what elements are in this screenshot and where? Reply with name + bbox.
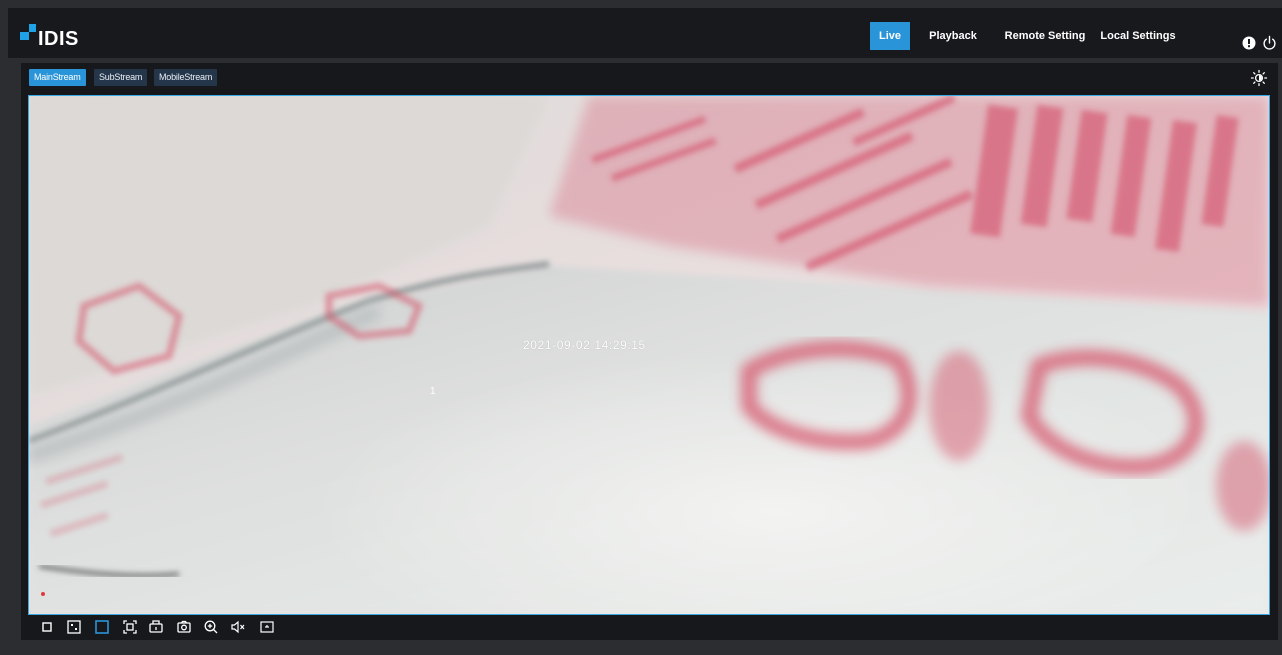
- snapshot-icon[interactable]: [176, 619, 192, 635]
- video-timestamp: 2021-09-02 14:29:15: [523, 338, 646, 352]
- logo-mark: [20, 32, 29, 40]
- stream-tab-sub[interactable]: SubStream: [94, 69, 148, 86]
- fit-window-icon[interactable]: [94, 619, 110, 635]
- brightness-icon[interactable]: [1250, 69, 1268, 87]
- single-view-icon[interactable]: [39, 619, 55, 635]
- camera-image: [29, 96, 1269, 614]
- info-icon[interactable]: [1242, 36, 1256, 50]
- logo-text: IDIS: [38, 28, 79, 50]
- logo-mark-accent: [29, 24, 36, 32]
- power-icon[interactable]: [1262, 35, 1277, 51]
- nav-tab-live[interactable]: Live: [870, 22, 910, 50]
- nav-tab-remote-setting[interactable]: Remote Setting: [995, 22, 1095, 50]
- mute-icon[interactable]: [230, 619, 246, 635]
- channel-number: 1: [430, 386, 436, 397]
- recording-indicator: [41, 592, 45, 596]
- nav-tab-local-settings[interactable]: Local Settings: [1098, 22, 1178, 50]
- zoom-in-icon[interactable]: [203, 619, 219, 635]
- nav-tab-playback[interactable]: Playback: [921, 22, 985, 50]
- stream-tab-main[interactable]: MainStream: [29, 69, 86, 86]
- idis-logo: IDIS: [20, 18, 100, 50]
- overlay-icon[interactable]: [259, 619, 275, 635]
- camera-video-feed[interactable]: 2021-09-02 14:29:15 1: [28, 95, 1270, 615]
- record-icon[interactable]: [148, 619, 164, 635]
- quad-view-icon[interactable]: [66, 619, 82, 635]
- fullscreen-icon[interactable]: [122, 619, 138, 635]
- stream-tab-mobile[interactable]: MobileStream: [154, 69, 218, 86]
